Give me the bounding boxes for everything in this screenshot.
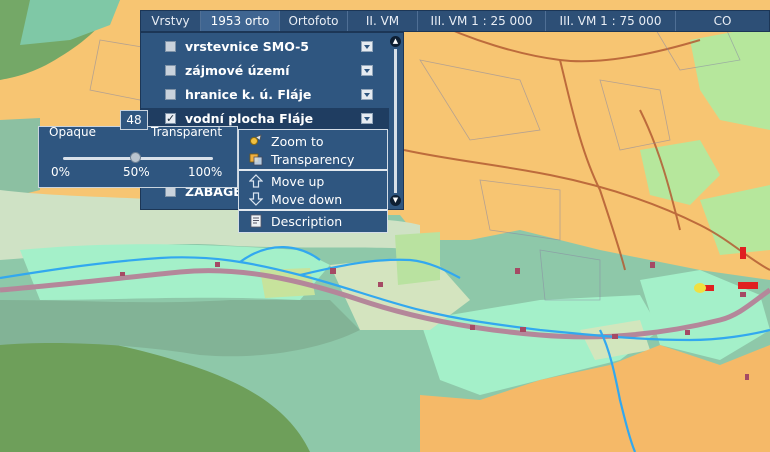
tab-co[interactable]: CO bbox=[676, 11, 769, 31]
layer-checkbox-checked[interactable]: ✓ bbox=[165, 113, 176, 124]
opaque-label: Opaque bbox=[49, 125, 97, 139]
tab-vrstvy[interactable]: Vrstvy bbox=[141, 11, 201, 31]
map-layer-tabs: Vrstvy 1953 orto Ortofoto II. VM III. VM… bbox=[140, 10, 770, 32]
menu-item-description[interactable]: Description bbox=[239, 212, 387, 230]
layers-scrollbar[interactable]: ▲ ▼ bbox=[390, 36, 401, 206]
layer-label: vrstevnice SMO-5 bbox=[185, 39, 309, 54]
layer-row[interactable]: hranice k. ú. Fláje bbox=[141, 84, 389, 106]
opacity-popup: Opaque Transparent 0% 50% 100% bbox=[38, 125, 238, 188]
arrow-up-icon bbox=[249, 174, 263, 188]
max-label: 100% bbox=[188, 165, 223, 179]
menu-divider bbox=[239, 169, 387, 171]
zoom-to-icon bbox=[250, 134, 262, 145]
mid-label: 50% bbox=[123, 165, 150, 179]
menu-label: Move down bbox=[271, 192, 343, 207]
layer-label: zájmové území bbox=[185, 63, 290, 78]
scroll-track[interactable] bbox=[394, 49, 397, 193]
menu-label: Description bbox=[271, 214, 343, 229]
menu-divider bbox=[239, 209, 387, 211]
tab-1953-orto[interactable]: 1953 orto bbox=[201, 11, 280, 31]
min-label: 0% bbox=[51, 165, 71, 179]
layer-label: hranice k. ú. Fláje bbox=[185, 87, 312, 102]
document-icon bbox=[250, 214, 262, 228]
layer-checkbox[interactable] bbox=[165, 89, 176, 100]
layer-checkbox[interactable] bbox=[165, 41, 176, 52]
transparency-icon bbox=[249, 153, 263, 166]
layer-row[interactable]: zájmové území bbox=[141, 60, 389, 82]
layer-label: vodní plocha Fláje bbox=[185, 111, 314, 126]
menu-label: Zoom to bbox=[271, 134, 324, 149]
layer-menu-button[interactable] bbox=[361, 89, 373, 100]
menu-item-transparency[interactable]: Transparency bbox=[239, 150, 387, 168]
layer-menu-button[interactable] bbox=[361, 41, 373, 52]
menu-item-zoom-to[interactable]: Zoom to bbox=[239, 132, 387, 150]
menu-label: Move up bbox=[271, 174, 325, 189]
tab-ortofoto[interactable]: Ortofoto bbox=[280, 11, 348, 31]
menu-item-move-up[interactable]: Move up bbox=[239, 172, 387, 190]
layer-row[interactable]: vrstevnice SMO-5 bbox=[141, 36, 389, 58]
transparent-label: Transparent bbox=[151, 125, 223, 139]
opacity-slider-handle[interactable] bbox=[130, 152, 141, 163]
tab-ii-vm[interactable]: II. VM bbox=[348, 11, 418, 31]
menu-label: Transparency bbox=[271, 152, 355, 167]
layer-checkbox[interactable] bbox=[165, 65, 176, 76]
arrow-down-icon bbox=[249, 192, 263, 206]
layer-menu-button[interactable] bbox=[361, 113, 373, 124]
tab-iii-vm-25000[interactable]: III. VM 1 : 25 000 bbox=[418, 11, 546, 31]
scroll-up-icon[interactable]: ▲ bbox=[390, 36, 401, 47]
layer-menu-button[interactable] bbox=[361, 65, 373, 76]
scroll-down-icon[interactable]: ▼ bbox=[390, 195, 401, 206]
layer-context-menu: Zoom to Transparency Move up Move down D… bbox=[238, 129, 388, 233]
opacity-value-tooltip: 48 bbox=[120, 110, 148, 130]
tab-iii-vm-75000[interactable]: III. VM 1 : 75 000 bbox=[546, 11, 676, 31]
menu-item-move-down[interactable]: Move down bbox=[239, 190, 387, 208]
